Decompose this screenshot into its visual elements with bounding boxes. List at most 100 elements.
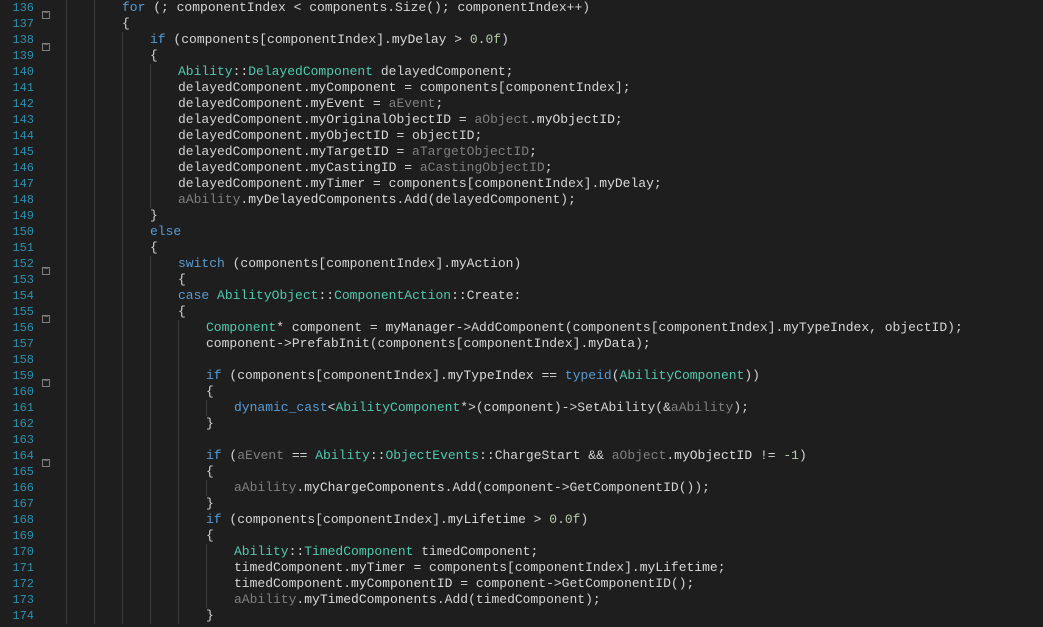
code-line[interactable]: component->PrefabInit(components[compone… — [58, 336, 1043, 352]
line-number: 147 — [0, 176, 40, 192]
line-number: 152 — [0, 256, 40, 272]
code-line[interactable]: { — [58, 528, 1043, 544]
gutter-row: 151 — [0, 240, 54, 256]
code-line[interactable]: } — [58, 416, 1043, 432]
gutter-row: 158 — [0, 352, 54, 368]
line-number: 155 — [0, 304, 40, 320]
code-line[interactable]: if (components[componentIndex].myLifetim… — [58, 512, 1043, 528]
code-text: timedComponent.myComponentID = component… — [58, 576, 694, 592]
code-text: { — [58, 240, 158, 256]
code-line[interactable]: case AbilityObject::ComponentAction::Cre… — [58, 288, 1043, 304]
gutter-row: 163 — [0, 432, 54, 448]
gutter: 1361371381391401411421431441451461471481… — [0, 0, 54, 627]
line-number: 156 — [0, 320, 40, 336]
line-number: 169 — [0, 528, 40, 544]
code-line[interactable]: { — [58, 384, 1043, 400]
code-line[interactable]: { — [58, 304, 1043, 320]
code-text: } — [58, 208, 158, 224]
code-line[interactable]: aAbility.myTimedComponents.Add(timedComp… — [58, 592, 1043, 608]
code-line[interactable]: Ability::DelayedComponent delayedCompone… — [58, 64, 1043, 80]
code-line[interactable]: switch (components[componentIndex].myAct… — [58, 256, 1043, 272]
line-number: 154 — [0, 288, 40, 304]
code-text: aAbility.myDelayedComponents.Add(delayed… — [58, 192, 576, 208]
gutter-row: 138 — [0, 32, 54, 48]
line-number: 159 — [0, 368, 40, 384]
code-line[interactable]: } — [58, 496, 1043, 512]
code-text: { — [58, 48, 158, 64]
code-line[interactable]: timedComponent.myComponentID = component… — [58, 576, 1043, 592]
code-line[interactable]: aAbility.myDelayedComponents.Add(delayed… — [58, 192, 1043, 208]
code-area[interactable]: for (; componentIndex < components.Size(… — [54, 0, 1043, 627]
line-number: 143 — [0, 112, 40, 128]
code-line[interactable]: timedComponent.myTimer = components[comp… — [58, 560, 1043, 576]
line-number: 172 — [0, 576, 40, 592]
code-line[interactable]: if (aEvent == Ability::ObjectEvents::Cha… — [58, 448, 1043, 464]
code-text: delayedComponent.myEvent = aEvent; — [58, 96, 443, 112]
gutter-row: 136 — [0, 0, 54, 16]
line-number: 158 — [0, 352, 40, 368]
code-line[interactable]: Component* component = myManager->AddCom… — [58, 320, 1043, 336]
code-line[interactable]: delayedComponent.myObjectID = objectID; — [58, 128, 1043, 144]
code-line[interactable]: delayedComponent.myTimer = components[co… — [58, 176, 1043, 192]
code-line[interactable]: { — [58, 16, 1043, 32]
code-line[interactable]: delayedComponent.myEvent = aEvent; — [58, 96, 1043, 112]
code-line[interactable]: Ability::TimedComponent timedComponent; — [58, 544, 1043, 560]
code-line[interactable]: } — [58, 208, 1043, 224]
code-text: { — [58, 272, 186, 288]
gutter-row: 172 — [0, 576, 54, 592]
code-line[interactable]: delayedComponent.myOriginalObjectID = aO… — [58, 112, 1043, 128]
line-number: 161 — [0, 400, 40, 416]
line-number: 160 — [0, 384, 40, 400]
code-line[interactable]: for (; componentIndex < components.Size(… — [58, 0, 1043, 16]
code-line[interactable]: } — [58, 608, 1043, 624]
line-number: 149 — [0, 208, 40, 224]
code-text: switch (components[componentIndex].myAct… — [58, 256, 521, 272]
gutter-row: 174 — [0, 608, 54, 624]
code-editor[interactable]: 1361371381391401411421431441451461471481… — [0, 0, 1043, 627]
code-line[interactable]: { — [58, 464, 1043, 480]
code-line[interactable] — [58, 352, 1043, 368]
gutter-row: 147 — [0, 176, 54, 192]
code-line[interactable]: delayedComponent.myComponent = component… — [58, 80, 1043, 96]
gutter-row: 143 — [0, 112, 54, 128]
code-line[interactable]: { — [58, 272, 1043, 288]
gutter-row: 170 — [0, 544, 54, 560]
code-line[interactable]: delayedComponent.myCastingID = aCastingO… — [58, 160, 1043, 176]
gutter-row: 173 — [0, 592, 54, 608]
code-line[interactable]: { — [58, 240, 1043, 256]
code-text: case AbilityObject::ComponentAction::Cre… — [58, 288, 521, 304]
line-number: 150 — [0, 224, 40, 240]
line-number: 170 — [0, 544, 40, 560]
line-number: 162 — [0, 416, 40, 432]
gutter-row: 149 — [0, 208, 54, 224]
line-number: 136 — [0, 0, 40, 16]
code-text: Component* component = myManager->AddCom… — [58, 320, 963, 336]
code-line[interactable]: aAbility.myChargeComponents.Add(componen… — [58, 480, 1043, 496]
code-line[interactable]: else — [58, 224, 1043, 240]
code-line[interactable] — [58, 432, 1043, 448]
code-text: if (aEvent == Ability::ObjectEvents::Cha… — [58, 448, 807, 464]
code-line[interactable]: delayedComponent.myTargetID = aTargetObj… — [58, 144, 1043, 160]
code-text: { — [58, 528, 214, 544]
code-text: delayedComponent.myCastingID = aCastingO… — [58, 160, 553, 176]
code-text: if (components[componentIndex].myDelay >… — [58, 32, 509, 48]
gutter-row: 159 — [0, 368, 54, 384]
code-line[interactable]: dynamic_cast<AbilityComponent*>(componen… — [58, 400, 1043, 416]
code-line[interactable]: if (components[componentIndex].myDelay >… — [58, 32, 1043, 48]
code-text: { — [58, 304, 186, 320]
gutter-row: 167 — [0, 496, 54, 512]
line-number: 139 — [0, 48, 40, 64]
line-number: 163 — [0, 432, 40, 448]
gutter-row: 168 — [0, 512, 54, 528]
code-text: aAbility.myChargeComponents.Add(componen… — [58, 480, 710, 496]
gutter-row: 166 — [0, 480, 54, 496]
line-number: 153 — [0, 272, 40, 288]
line-number: 142 — [0, 96, 40, 112]
code-text: if (components[componentIndex].myLifetim… — [58, 512, 588, 528]
code-line[interactable]: { — [58, 48, 1043, 64]
code-line[interactable]: if (components[componentIndex].myTypeInd… — [58, 368, 1043, 384]
line-number: 168 — [0, 512, 40, 528]
code-text: delayedComponent.myComponent = component… — [58, 80, 631, 96]
line-number: 151 — [0, 240, 40, 256]
gutter-row: 152 — [0, 256, 54, 272]
